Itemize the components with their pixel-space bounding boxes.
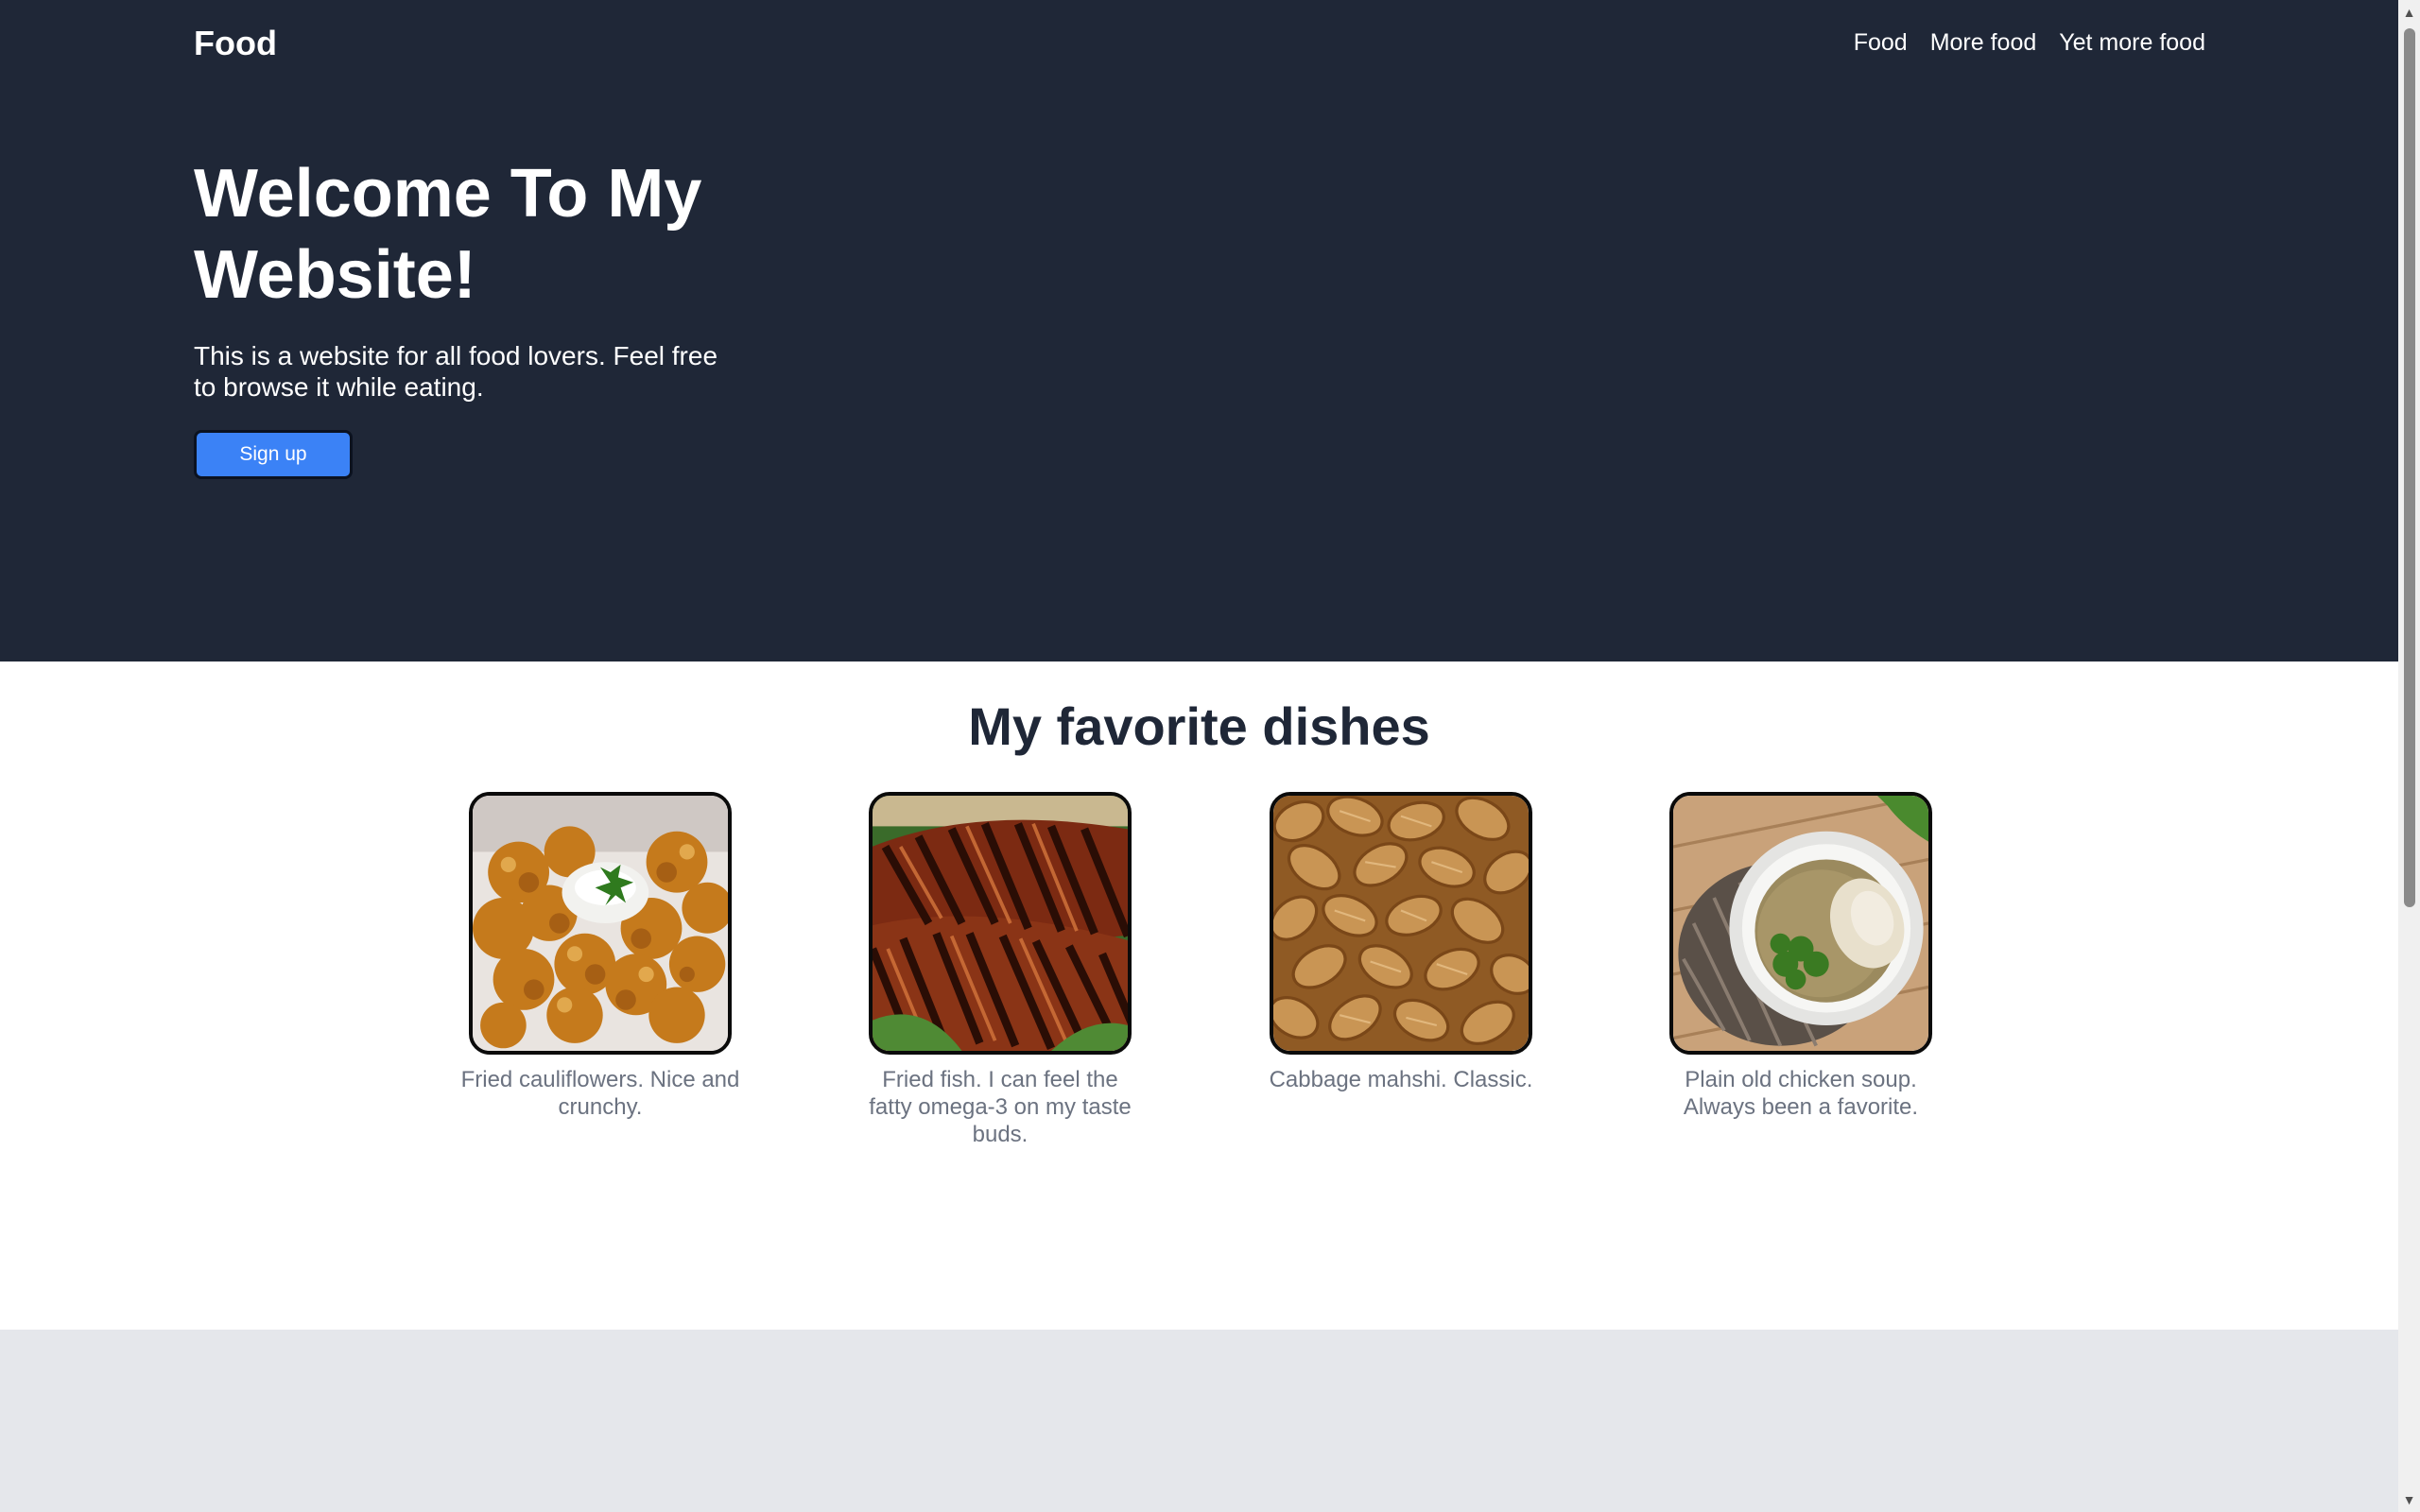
favorites-section: My favorite dishes Fried cauliflowers. N…: [0, 662, 2398, 1330]
footer-band: [0, 1330, 2398, 1512]
arrow-up-icon[interactable]: ▲: [2398, 0, 2420, 25]
nav-link-yet-more-food[interactable]: Yet more food: [2059, 26, 2205, 59]
hero-section: Food Food More food Yet more food Welcom…: [0, 0, 2398, 662]
dish-caption: Fried fish. I can feel the fatty omega-3…: [869, 1067, 1132, 1147]
nav-link-food[interactable]: Food: [1854, 26, 1908, 59]
fried-cauliflower-photo: [469, 792, 732, 1055]
dish-caption: Fried cauliflowers. Nice and crunchy.: [460, 1067, 740, 1120]
hero-title: Welcome To My Website!: [194, 156, 702, 313]
page: Food Food More food Yet more food Welcom…: [0, 0, 2398, 1512]
scrollbar-thumb[interactable]: [2404, 28, 2415, 907]
cabbage-mahshi-photo: [1270, 792, 1532, 1055]
chicken-soup-photo: [1669, 792, 1932, 1055]
nav-link-more-food[interactable]: More food: [1930, 26, 2037, 59]
vertical-scrollbar[interactable]: ▲ ▼: [2398, 0, 2420, 1512]
brand-logo[interactable]: Food: [194, 23, 277, 64]
dish-caption: Plain old chicken soup. Always been a fa…: [1683, 1067, 1919, 1120]
arrow-down-icon[interactable]: ▼: [2398, 1487, 2420, 1512]
fried-fish-photo: [869, 792, 1132, 1055]
main-nav: Food More food Yet more food: [1854, 26, 2205, 59]
sign-up-button[interactable]: Sign up: [194, 430, 353, 479]
dish-caption: Cabbage mahshi. Classic.: [1269, 1067, 1533, 1092]
hero-subtitle: This is a website for all food lovers. F…: [194, 341, 718, 402]
favorites-title: My favorite dishes: [968, 696, 1430, 756]
